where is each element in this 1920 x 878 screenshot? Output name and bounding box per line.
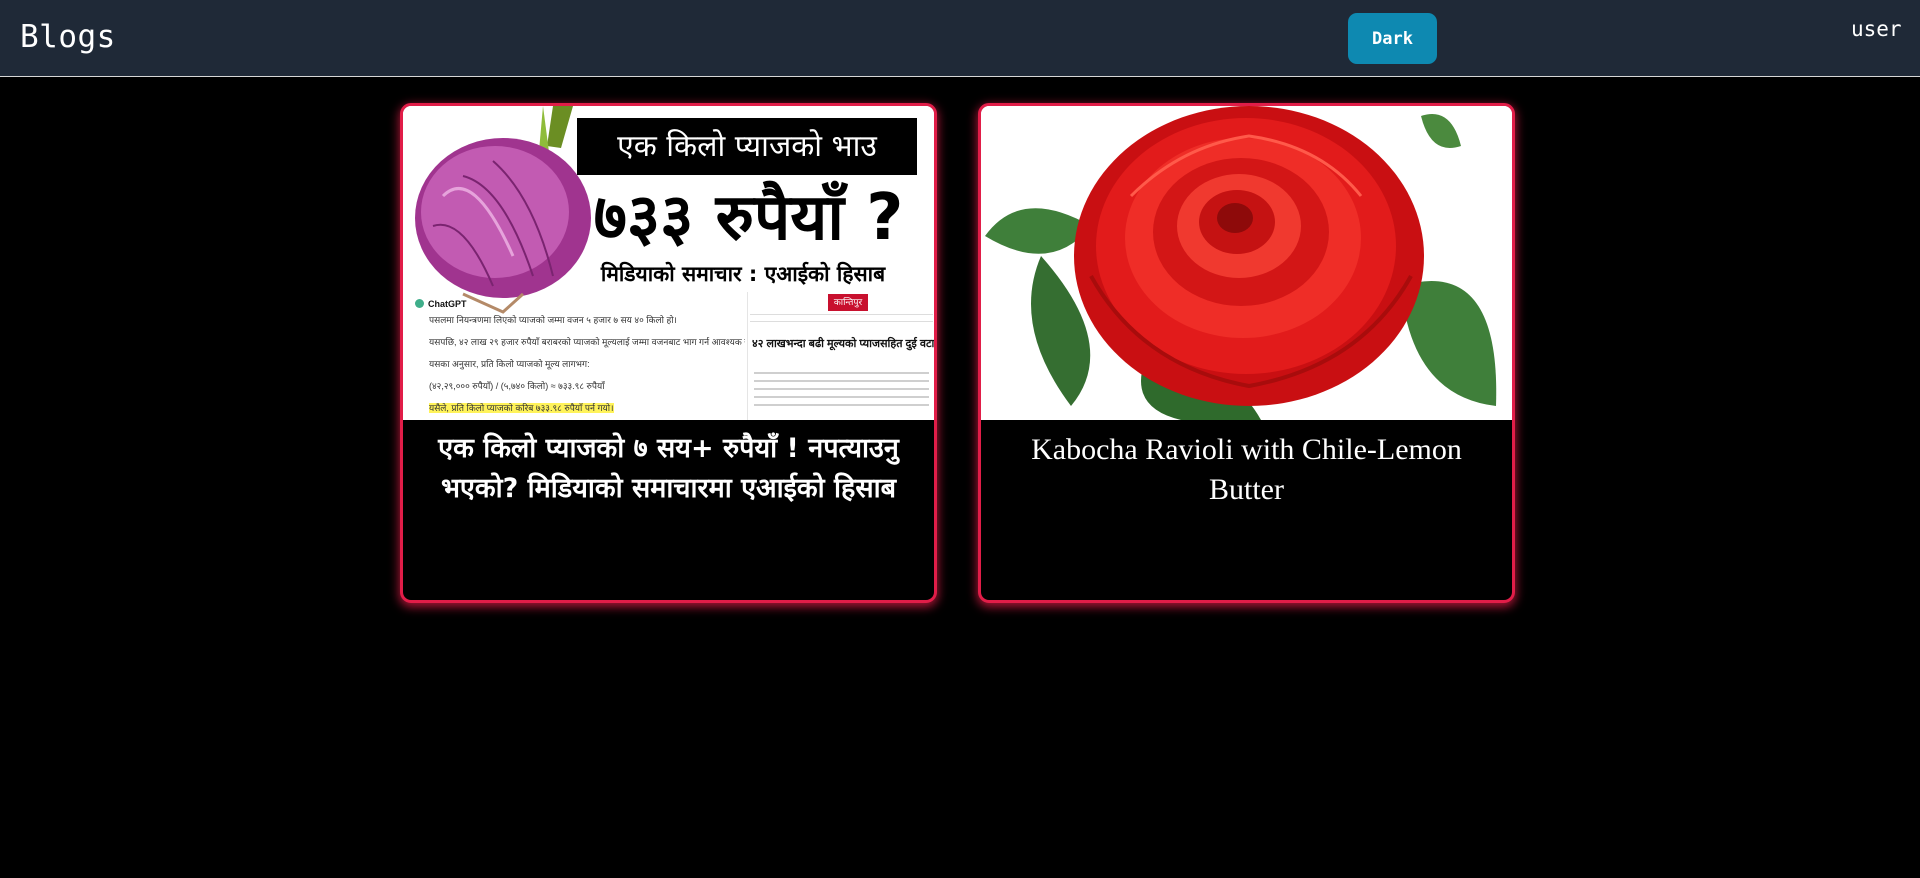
theme-toggle-button[interactable]: Dark [1348,13,1437,64]
chat-line: पसलमा नियन्त्रणमा लिएको प्याजको जम्मा वज… [429,315,677,325]
blog-card-title[interactable]: Kabocha Ravioli with Chile-Lemon Butter [999,430,1494,510]
news-nav-bar [750,314,933,322]
chat-label: ChatGPT [428,299,467,309]
chatgpt-icon [415,299,424,308]
blog-card-title[interactable]: एक किलो प्याजको ७ सय+ रुपैयाँ ! नपत्याउन… [421,429,916,509]
site-brand[interactable]: Blogs [20,19,116,55]
rose-icon [981,106,1512,420]
chat-line: (४२,२९,००० रुपैयाँ) / (५,७४० किलो) ≈ ७३३… [429,381,605,391]
blog-card-thumbnail [981,106,1512,420]
chat-line: यसका अनुसार, प्रति किलो प्याजको मूल्य ला… [429,359,590,369]
news-clipping: कान्तिपुर ४२ लाखभन्दा बढी मूल्यको प्याजस… [747,292,934,420]
user-menu-link[interactable]: user [1851,17,1902,41]
chatgpt-answer-excerpt: ChatGPT पसलमा नियन्त्रणमा लिएको प्याजको … [415,298,745,420]
image-banner-text: एक किलो प्याजको भाउ [577,118,917,175]
news-headline: ४२ लाखभन्दा बढी मूल्यको प्याजसहित दुई वट… [752,338,934,350]
blog-card[interactable]: Kabocha Ravioli with Chile-Lemon Butter [978,103,1515,603]
news-body-lines [754,372,929,412]
chat-line: यसपछि, ४२ लाख २९ हजार रुपैयाँ बराबरको प्… [429,337,745,347]
image-price-text: ७३३ रुपैयाँ ? [593,181,904,255]
blog-card-thumbnail: एक किलो प्याजको भाउ ७३३ रुपैयाँ ? मिडिया… [403,106,934,420]
chat-line-highlight: यसैले, प्रति किलो प्याजको करिब ७३३.९८ रु… [429,403,614,413]
top-navbar: Blogs Dark user [0,0,1920,77]
blog-card[interactable]: एक किलो प्याजको भाउ ७३३ रुपैयाँ ? मिडिया… [400,103,937,603]
image-subheading: मिडियाको समाचार : एआईको हिसाब [600,262,886,286]
news-logo: कान्तिपुर [828,294,868,311]
